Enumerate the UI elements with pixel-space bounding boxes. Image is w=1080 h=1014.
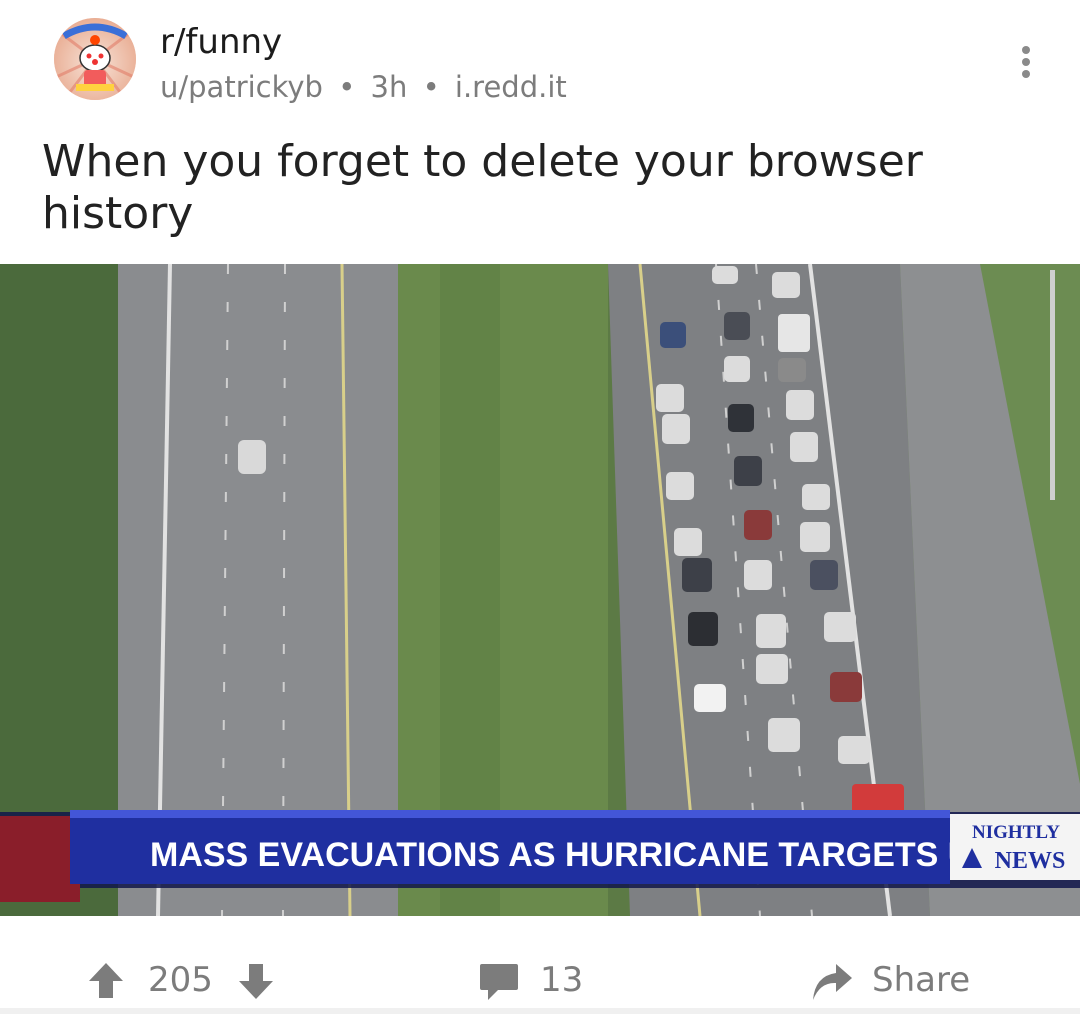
- news-banner-text: MASS EVACUATIONS AS HURRICANE TARGETS U.…: [150, 836, 1014, 874]
- author-link[interactable]: u/patrickyb: [160, 70, 323, 104]
- comment-count[interactable]: 13: [540, 960, 583, 1000]
- news-logo-line2: NEWS: [995, 848, 1066, 874]
- arrow-up-icon[interactable]: [86, 960, 126, 1000]
- arrow-down-icon[interactable]: [236, 962, 276, 1002]
- news-logo-line1: NIGHTLY: [972, 822, 1060, 843]
- share-arrow-icon[interactable]: [810, 962, 854, 1002]
- divider: [0, 1008, 1080, 1014]
- post-image[interactable]: MASS EVACUATIONS AS HURRICANE TARGETS U.…: [0, 264, 1080, 916]
- post-meta: u/patrickyb • 3h • i.redd.it: [160, 70, 567, 104]
- meta-separator: •: [422, 70, 440, 104]
- post-age: 3h: [370, 70, 408, 104]
- comment-bubble-icon[interactable]: [478, 962, 520, 1002]
- subreddit-avatar[interactable]: [54, 18, 136, 100]
- share-button[interactable]: Share: [872, 960, 970, 1000]
- vote-count: 205: [148, 960, 213, 1000]
- meta-separator: •: [338, 70, 356, 104]
- post-title[interactable]: When you forget to delete your browser h…: [42, 136, 1032, 240]
- post-header: r/funny u/patrickyb • 3h • i.redd.it: [0, 0, 1080, 130]
- post-domain[interactable]: i.redd.it: [455, 70, 567, 104]
- subreddit-name[interactable]: r/funny: [160, 22, 282, 62]
- more-vertical-icon[interactable]: [1010, 40, 1042, 84]
